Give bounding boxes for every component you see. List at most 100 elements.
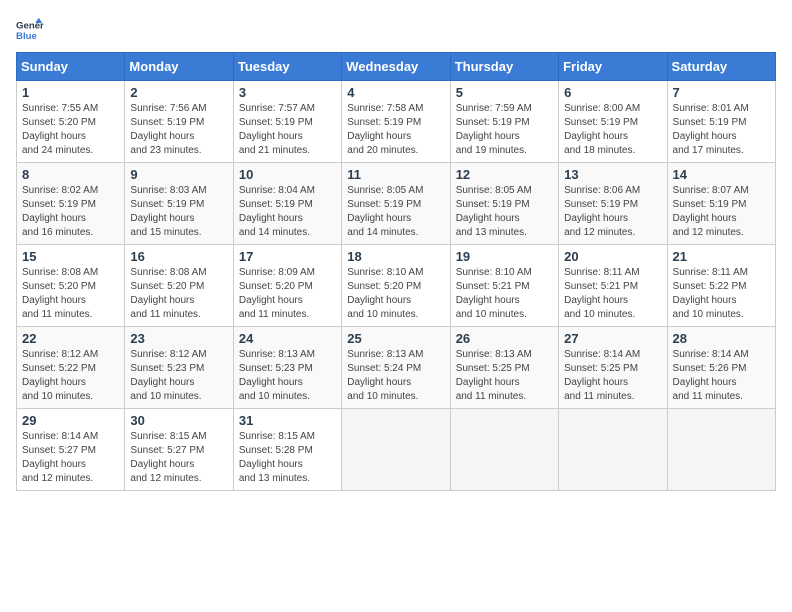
calendar-cell: 26 Sunrise: 8:13 AMSunset: 5:25 PMDaylig… (450, 327, 558, 409)
calendar-cell: 9 Sunrise: 8:03 AMSunset: 5:19 PMDayligh… (125, 163, 233, 245)
day-number: 7 (673, 85, 770, 100)
calendar-header-row: SundayMondayTuesdayWednesdayThursdayFrid… (17, 53, 776, 81)
calendar-cell: 8 Sunrise: 8:02 AMSunset: 5:19 PMDayligh… (17, 163, 125, 245)
day-info: Sunrise: 8:05 AMSunset: 5:19 PMDaylight … (347, 185, 423, 238)
day-header-sunday: Sunday (17, 53, 125, 81)
calendar-cell: 27 Sunrise: 8:14 AMSunset: 5:25 PMDaylig… (559, 327, 667, 409)
day-info: Sunrise: 8:13 AMSunset: 5:24 PMDaylight … (347, 349, 423, 402)
day-info: Sunrise: 8:00 AMSunset: 5:19 PMDaylight … (564, 103, 640, 156)
calendar-week-4: 22 Sunrise: 8:12 AMSunset: 5:22 PMDaylig… (17, 327, 776, 409)
day-number: 14 (673, 167, 770, 182)
day-number: 21 (673, 249, 770, 264)
day-header-friday: Friday (559, 53, 667, 81)
calendar-cell: 22 Sunrise: 8:12 AMSunset: 5:22 PMDaylig… (17, 327, 125, 409)
calendar-cell: 23 Sunrise: 8:12 AMSunset: 5:23 PMDaylig… (125, 327, 233, 409)
day-info: Sunrise: 7:55 AMSunset: 5:20 PMDaylight … (22, 103, 98, 156)
page-header: General Blue (16, 16, 776, 44)
day-info: Sunrise: 8:13 AMSunset: 5:25 PMDaylight … (456, 349, 532, 402)
calendar-week-3: 15 Sunrise: 8:08 AMSunset: 5:20 PMDaylig… (17, 245, 776, 327)
day-info: Sunrise: 8:11 AMSunset: 5:22 PMDaylight … (673, 267, 748, 320)
calendar-cell: 20 Sunrise: 8:11 AMSunset: 5:21 PMDaylig… (559, 245, 667, 327)
day-number: 17 (239, 249, 336, 264)
logo: General Blue (16, 16, 44, 44)
day-number: 19 (456, 249, 553, 264)
day-number: 9 (130, 167, 227, 182)
day-number: 18 (347, 249, 444, 264)
day-info: Sunrise: 7:59 AMSunset: 5:19 PMDaylight … (456, 103, 532, 156)
day-header-thursday: Thursday (450, 53, 558, 81)
day-number: 22 (22, 331, 119, 346)
calendar-cell (667, 409, 775, 491)
day-info: Sunrise: 8:13 AMSunset: 5:23 PMDaylight … (239, 349, 315, 402)
calendar-cell: 16 Sunrise: 8:08 AMSunset: 5:20 PMDaylig… (125, 245, 233, 327)
calendar-cell: 10 Sunrise: 8:04 AMSunset: 5:19 PMDaylig… (233, 163, 341, 245)
day-number: 13 (564, 167, 661, 182)
day-number: 10 (239, 167, 336, 182)
day-number: 26 (456, 331, 553, 346)
calendar-cell: 14 Sunrise: 8:07 AMSunset: 5:19 PMDaylig… (667, 163, 775, 245)
day-number: 30 (130, 413, 227, 428)
day-info: Sunrise: 8:10 AMSunset: 5:21 PMDaylight … (456, 267, 532, 320)
calendar-cell: 28 Sunrise: 8:14 AMSunset: 5:26 PMDaylig… (667, 327, 775, 409)
day-info: Sunrise: 7:57 AMSunset: 5:19 PMDaylight … (239, 103, 315, 156)
calendar-cell: 4 Sunrise: 7:58 AMSunset: 5:19 PMDayligh… (342, 81, 450, 163)
day-number: 27 (564, 331, 661, 346)
day-number: 28 (673, 331, 770, 346)
day-number: 31 (239, 413, 336, 428)
day-number: 20 (564, 249, 661, 264)
calendar-cell (342, 409, 450, 491)
day-info: Sunrise: 8:15 AMSunset: 5:28 PMDaylight … (239, 431, 315, 484)
day-info: Sunrise: 8:12 AMSunset: 5:22 PMDaylight … (22, 349, 98, 402)
day-info: Sunrise: 8:03 AMSunset: 5:19 PMDaylight … (130, 185, 206, 238)
day-number: 8 (22, 167, 119, 182)
day-info: Sunrise: 8:15 AMSunset: 5:27 PMDaylight … (130, 431, 206, 484)
day-info: Sunrise: 8:05 AMSunset: 5:19 PMDaylight … (456, 185, 532, 238)
calendar-cell: 1 Sunrise: 7:55 AMSunset: 5:20 PMDayligh… (17, 81, 125, 163)
day-info: Sunrise: 8:08 AMSunset: 5:20 PMDaylight … (22, 267, 98, 320)
day-number: 25 (347, 331, 444, 346)
calendar-cell: 17 Sunrise: 8:09 AMSunset: 5:20 PMDaylig… (233, 245, 341, 327)
calendar-cell: 15 Sunrise: 8:08 AMSunset: 5:20 PMDaylig… (17, 245, 125, 327)
day-number: 2 (130, 85, 227, 100)
day-number: 6 (564, 85, 661, 100)
calendar-cell: 29 Sunrise: 8:14 AMSunset: 5:27 PMDaylig… (17, 409, 125, 491)
calendar-cell: 21 Sunrise: 8:11 AMSunset: 5:22 PMDaylig… (667, 245, 775, 327)
calendar-cell: 12 Sunrise: 8:05 AMSunset: 5:19 PMDaylig… (450, 163, 558, 245)
day-info: Sunrise: 8:06 AMSunset: 5:19 PMDaylight … (564, 185, 640, 238)
calendar-cell: 11 Sunrise: 8:05 AMSunset: 5:19 PMDaylig… (342, 163, 450, 245)
calendar-table: SundayMondayTuesdayWednesdayThursdayFrid… (16, 52, 776, 491)
day-header-monday: Monday (125, 53, 233, 81)
calendar-week-1: 1 Sunrise: 7:55 AMSunset: 5:20 PMDayligh… (17, 81, 776, 163)
day-number: 29 (22, 413, 119, 428)
day-info: Sunrise: 7:58 AMSunset: 5:19 PMDaylight … (347, 103, 423, 156)
day-number: 5 (456, 85, 553, 100)
calendar-cell: 24 Sunrise: 8:13 AMSunset: 5:23 PMDaylig… (233, 327, 341, 409)
day-number: 12 (456, 167, 553, 182)
day-number: 11 (347, 167, 444, 182)
calendar-cell: 2 Sunrise: 7:56 AMSunset: 5:19 PMDayligh… (125, 81, 233, 163)
day-info: Sunrise: 8:14 AMSunset: 5:25 PMDaylight … (564, 349, 640, 402)
day-info: Sunrise: 8:07 AMSunset: 5:19 PMDaylight … (673, 185, 749, 238)
calendar-week-5: 29 Sunrise: 8:14 AMSunset: 5:27 PMDaylig… (17, 409, 776, 491)
calendar-cell: 5 Sunrise: 7:59 AMSunset: 5:19 PMDayligh… (450, 81, 558, 163)
day-number: 23 (130, 331, 227, 346)
day-info: Sunrise: 8:12 AMSunset: 5:23 PMDaylight … (130, 349, 206, 402)
calendar-cell: 30 Sunrise: 8:15 AMSunset: 5:27 PMDaylig… (125, 409, 233, 491)
day-info: Sunrise: 8:02 AMSunset: 5:19 PMDaylight … (22, 185, 98, 238)
day-header-tuesday: Tuesday (233, 53, 341, 81)
calendar-cell: 3 Sunrise: 7:57 AMSunset: 5:19 PMDayligh… (233, 81, 341, 163)
calendar-cell: 25 Sunrise: 8:13 AMSunset: 5:24 PMDaylig… (342, 327, 450, 409)
calendar-week-2: 8 Sunrise: 8:02 AMSunset: 5:19 PMDayligh… (17, 163, 776, 245)
day-info: Sunrise: 8:01 AMSunset: 5:19 PMDaylight … (673, 103, 749, 156)
calendar-cell: 19 Sunrise: 8:10 AMSunset: 5:21 PMDaylig… (450, 245, 558, 327)
day-number: 16 (130, 249, 227, 264)
day-header-wednesday: Wednesday (342, 53, 450, 81)
day-info: Sunrise: 8:14 AMSunset: 5:26 PMDaylight … (673, 349, 749, 402)
day-number: 4 (347, 85, 444, 100)
day-number: 24 (239, 331, 336, 346)
day-number: 1 (22, 85, 119, 100)
day-info: Sunrise: 8:09 AMSunset: 5:20 PMDaylight … (239, 267, 315, 320)
calendar-cell (559, 409, 667, 491)
svg-text:Blue: Blue (16, 31, 37, 42)
day-info: Sunrise: 8:04 AMSunset: 5:19 PMDaylight … (239, 185, 315, 238)
